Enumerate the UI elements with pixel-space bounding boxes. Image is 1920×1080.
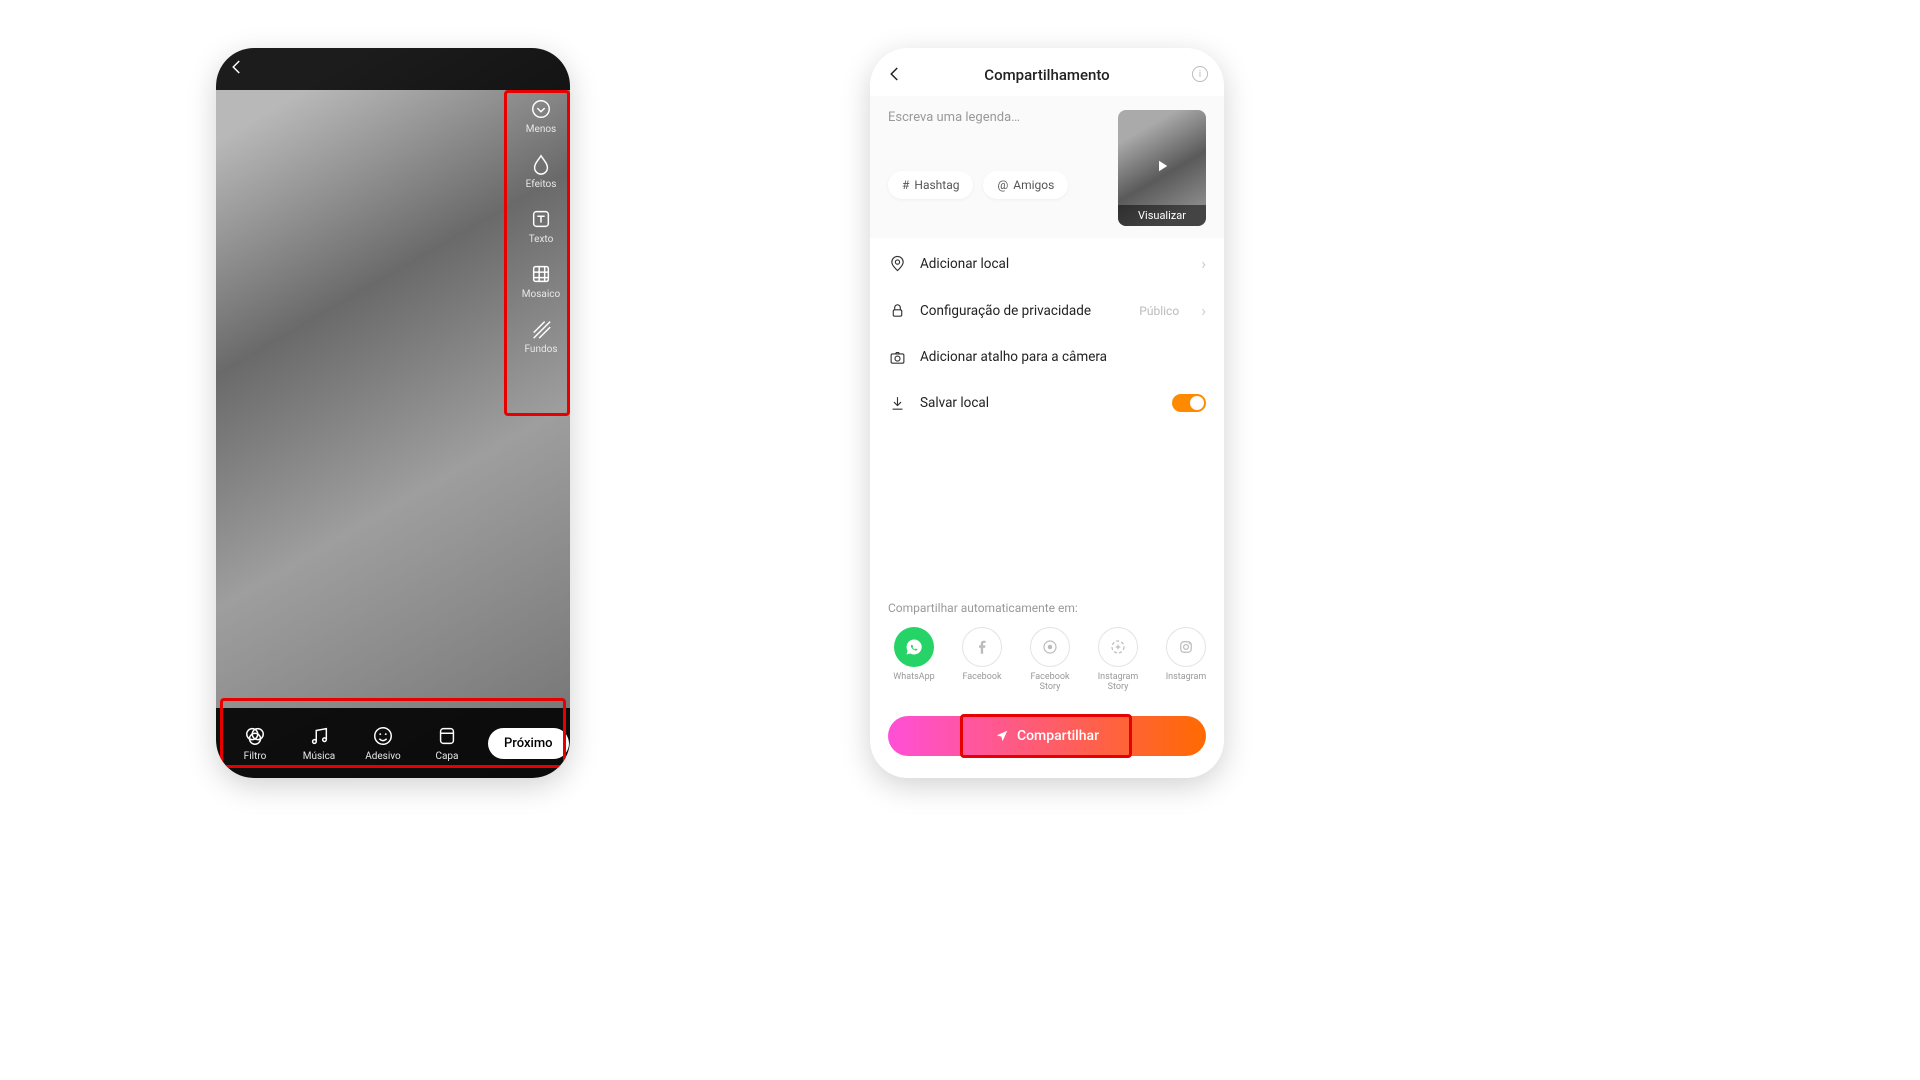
chevron-right-icon: › [1201, 301, 1206, 320]
thumbnail-label: Visualizar [1118, 205, 1206, 226]
lock-icon [888, 302, 906, 320]
facebook-icon [962, 627, 1002, 667]
text-icon [530, 208, 552, 230]
share-button-label: Compartilhar [1017, 728, 1099, 744]
share-header: Compartilhamento i [870, 54, 1224, 96]
side-tool-texto[interactable]: Texto [518, 208, 564, 245]
option-label: Configuração de privacidade [920, 303, 1125, 319]
option-label: Salvar local [920, 395, 1158, 411]
bottom-tool-label: Música [303, 751, 336, 762]
option-label: Adicionar local [920, 256, 1179, 272]
social-label: Instagram Story [1092, 672, 1144, 694]
bottom-tool-adesivo[interactable]: Adesivo [360, 725, 406, 762]
whatsapp-icon [894, 627, 934, 667]
options-list: Adicionar local › Configuração de privac… [870, 238, 1224, 428]
bottom-tool-filtro[interactable]: Filtro [232, 725, 278, 762]
chevron-right-icon: › [1201, 254, 1206, 273]
social-whatsapp[interactable]: WhatsApp [888, 627, 940, 694]
social-label: Facebook Story [1024, 672, 1076, 694]
hash-icon: # [902, 178, 909, 192]
bottom-tool-label: Filtro [244, 751, 267, 762]
instagram-icon [1166, 627, 1206, 667]
toggle-save-local[interactable] [1172, 394, 1206, 412]
page-title: Compartilhamento [984, 66, 1109, 84]
auto-share-section: Compartilhar automaticamente em: WhatsAp… [870, 601, 1224, 706]
play-icon [1153, 157, 1171, 179]
share-button[interactable]: Compartilhar [888, 716, 1206, 756]
option-privacy[interactable]: Configuração de privacidade Público › [888, 287, 1206, 334]
caption-input[interactable]: Escreva uma legenda… [888, 110, 1104, 125]
side-tool-label: Mosaico [522, 289, 560, 300]
send-icon [995, 729, 1009, 743]
camera-icon [888, 348, 906, 366]
side-tool-efeitos[interactable]: Efeitos [518, 153, 564, 190]
social-row: WhatsApp Facebook Facebook Story [888, 627, 1206, 694]
hashtag-chip[interactable]: # Hashtag [888, 171, 973, 199]
social-instagram[interactable]: Instagram [1160, 627, 1206, 694]
social-instagram-story[interactable]: Instagram Story [1092, 627, 1144, 694]
friends-chip[interactable]: @ Amigos [983, 171, 1068, 199]
social-label: Facebook [962, 672, 1001, 694]
mosaic-icon [530, 263, 552, 285]
music-icon [308, 725, 330, 747]
social-facebook-story[interactable]: Facebook Story [1024, 627, 1076, 694]
bottom-tool-label: Capa [435, 751, 458, 762]
option-camera-shortcut[interactable]: Adicionar atalho para a câmera [888, 334, 1206, 380]
side-tool-label: Fundos [525, 344, 558, 355]
droplet-icon [530, 153, 552, 175]
editor-phone: Menos Efeitos Texto Mosaico [216, 48, 570, 778]
filter-icon [244, 725, 266, 747]
share-phone: Compartilhamento i Escreva uma legenda… … [870, 48, 1224, 778]
editor-preview: Menos Efeitos Texto Mosaico [216, 48, 570, 778]
info-icon[interactable]: i [1192, 66, 1208, 82]
side-tool-menos[interactable]: Menos [518, 98, 564, 135]
side-tool-label: Menos [526, 124, 556, 135]
pin-icon [888, 255, 906, 273]
cover-icon [436, 725, 458, 747]
side-tools-panel: Menos Efeitos Texto Mosaico [518, 98, 564, 355]
hatch-icon [530, 318, 552, 340]
side-tool-mosaico[interactable]: Mosaico [518, 263, 564, 300]
bottom-toolbar: Filtro Música Adesivo Capa Próximo [216, 708, 570, 778]
chip-label: Amigos [1013, 178, 1054, 192]
back-icon[interactable] [228, 57, 246, 82]
auto-share-label: Compartilhar automaticamente em: [888, 601, 1206, 615]
facebook-story-icon [1030, 627, 1070, 667]
editor-topbar [216, 48, 570, 90]
side-tool-label: Efeitos [526, 179, 557, 190]
bottom-tool-capa[interactable]: Capa [424, 725, 470, 762]
side-tool-fundos[interactable]: Fundos [518, 318, 564, 355]
sticker-icon [372, 725, 394, 747]
privacy-value: Público [1139, 304, 1179, 318]
caption-area: Escreva uma legenda… # Hashtag @ Amigos [870, 96, 1224, 238]
back-icon[interactable] [886, 64, 904, 88]
bottom-tool-musica[interactable]: Música [296, 725, 342, 762]
at-icon: @ [997, 178, 1008, 192]
video-thumbnail[interactable]: Visualizar [1118, 110, 1206, 226]
option-label: Adicionar atalho para a câmera [920, 349, 1206, 365]
social-facebook[interactable]: Facebook [956, 627, 1008, 694]
chevron-down-circle-icon [530, 98, 552, 120]
side-tool-label: Texto [529, 234, 554, 245]
share-screen: Compartilhamento i Escreva uma legenda… … [870, 48, 1224, 778]
download-icon [888, 394, 906, 412]
bottom-tool-label: Adesivo [365, 751, 401, 762]
option-add-location[interactable]: Adicionar local › [888, 240, 1206, 287]
option-save-local: Salvar local [888, 380, 1206, 426]
instagram-story-icon [1098, 627, 1138, 667]
social-label: Instagram [1166, 672, 1206, 694]
next-button[interactable]: Próximo [488, 728, 569, 759]
social-label: WhatsApp [893, 672, 934, 694]
chip-label: Hashtag [914, 178, 959, 192]
